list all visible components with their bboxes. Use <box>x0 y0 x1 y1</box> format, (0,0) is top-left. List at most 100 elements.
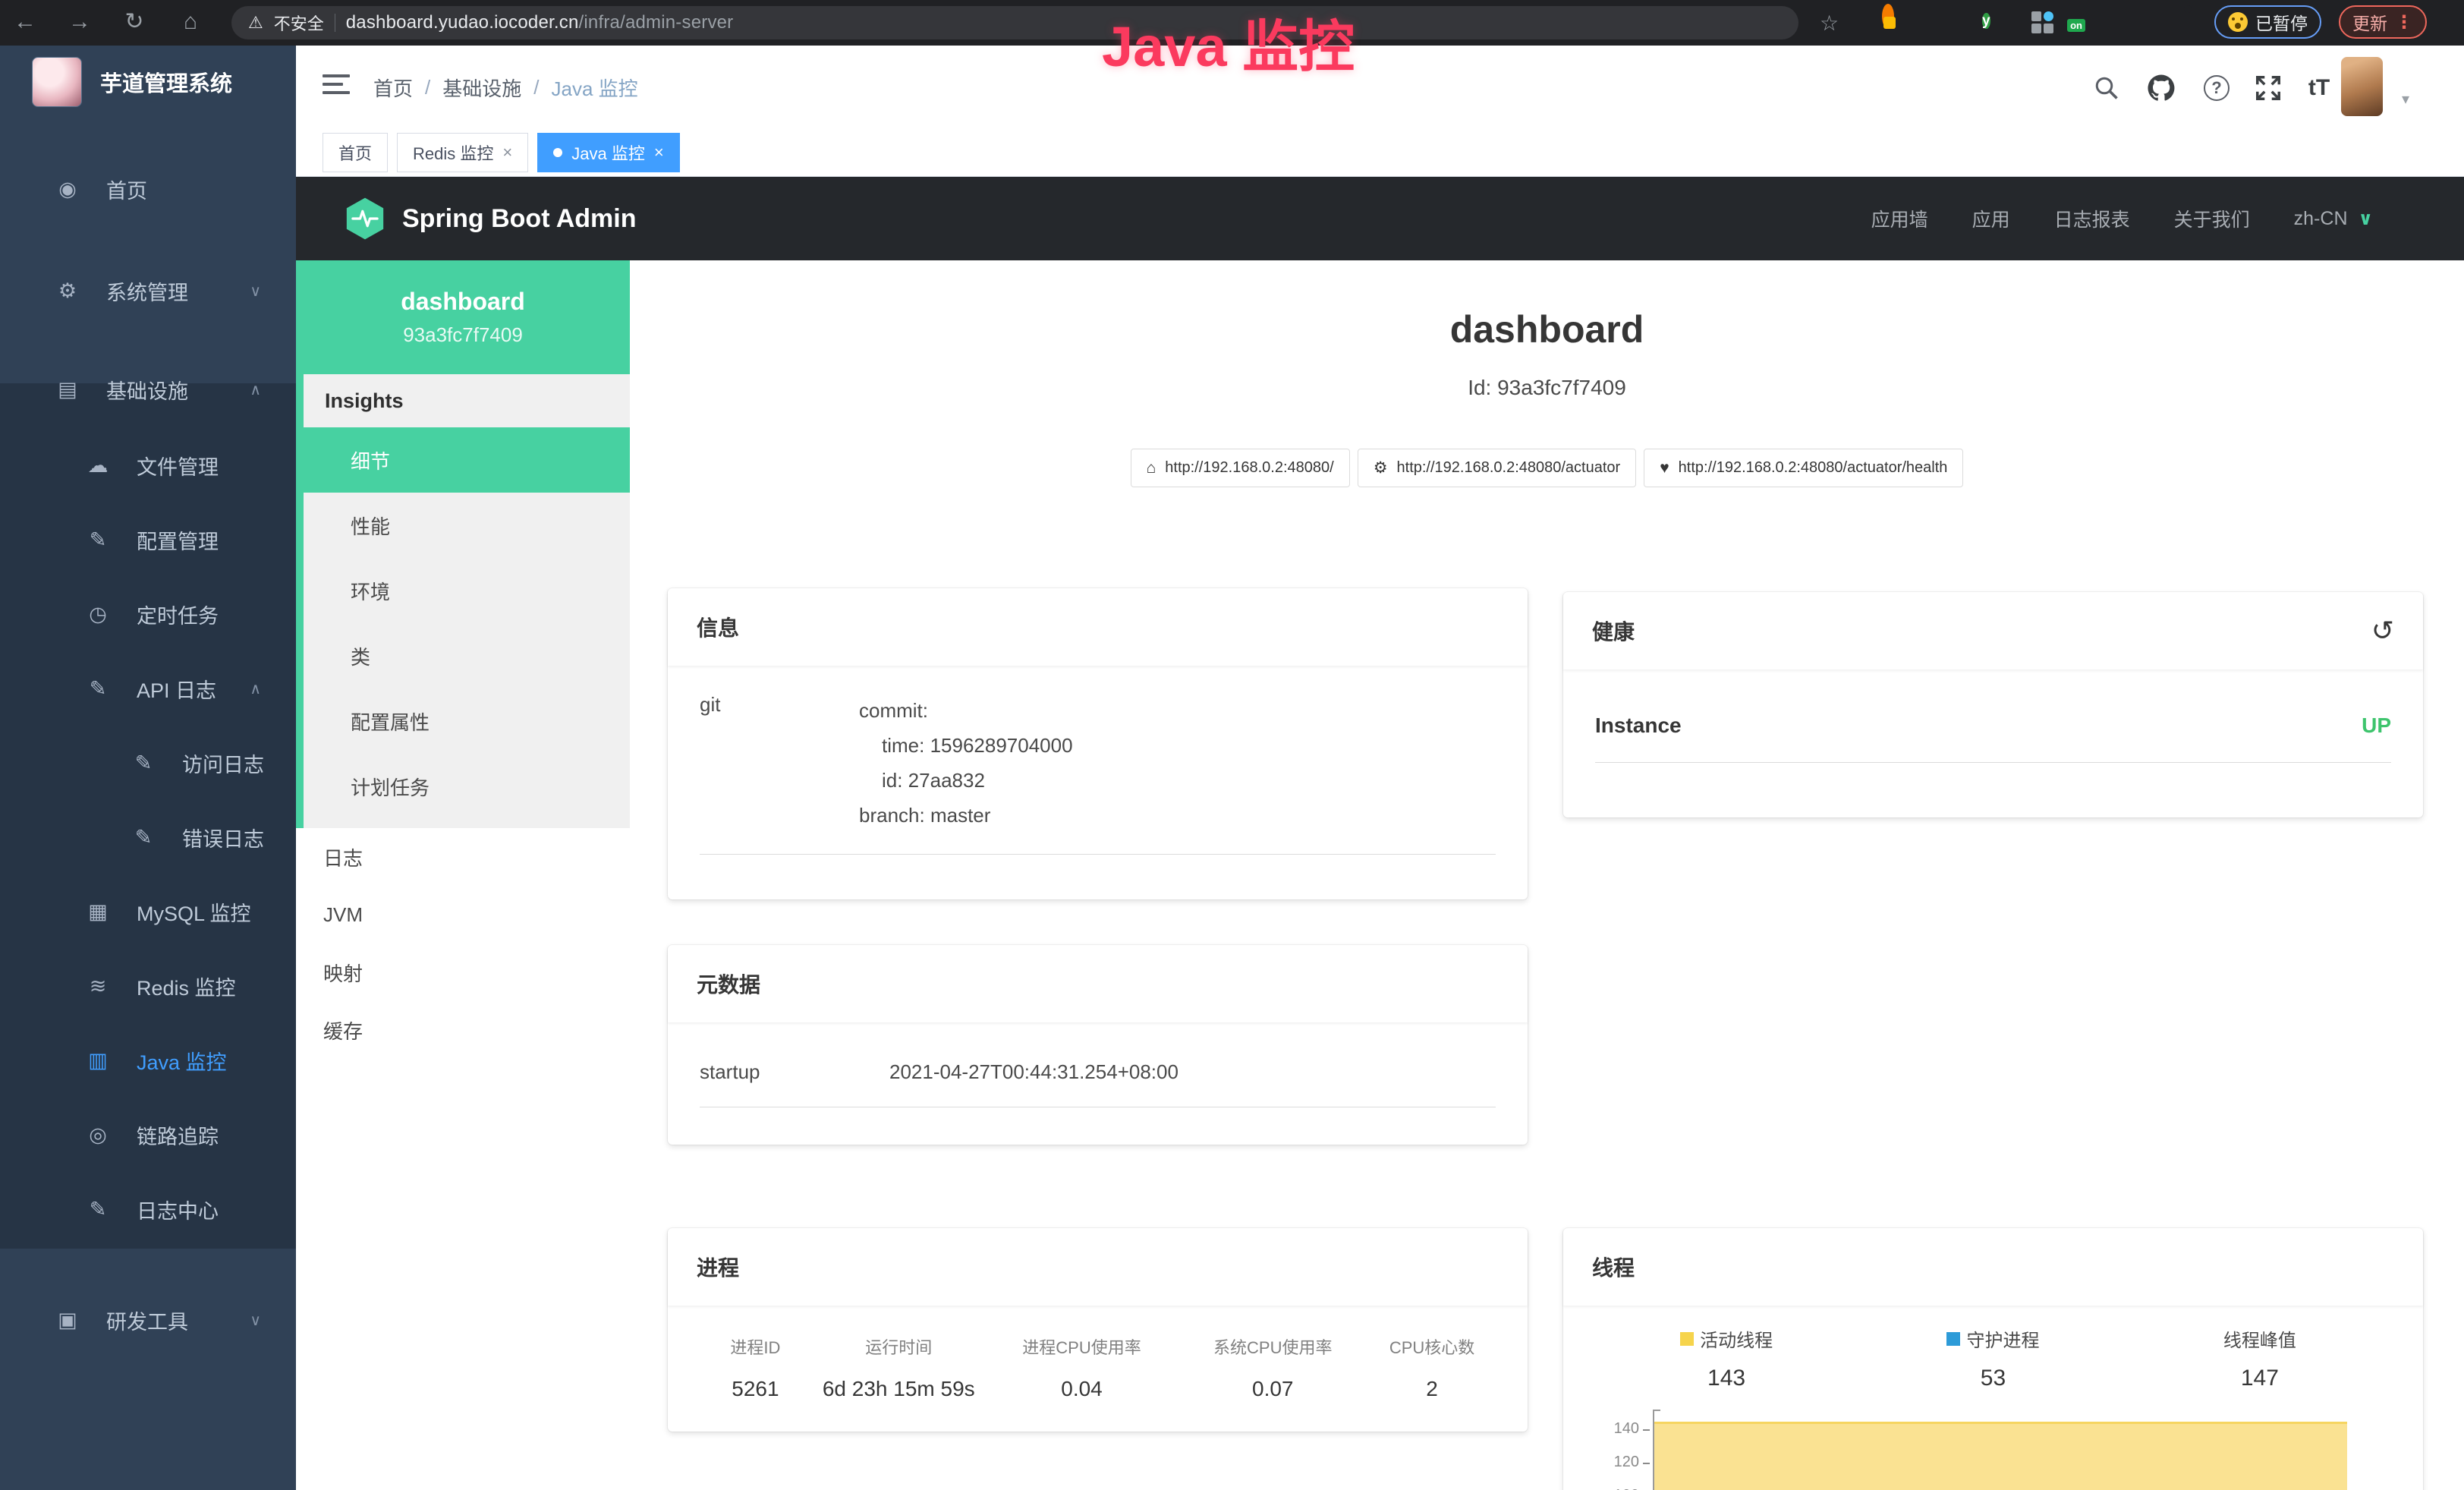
sba-item-jvm[interactable]: JVM <box>296 886 630 943</box>
fullscreen-icon[interactable] <box>2248 68 2288 108</box>
home-icon: ⌂ <box>1147 459 1156 477</box>
chevron-up-icon: ∧ <box>250 380 261 399</box>
history-icon[interactable]: ↺ <box>2371 617 2394 644</box>
tab-home[interactable]: 首页 <box>323 133 388 172</box>
bookmark-star-icon[interactable]: ☆ <box>1820 11 1839 36</box>
extension-puzzle-icon[interactable] <box>2175 10 2201 36</box>
sidebar-item-scheduled-tasks[interactable]: ◷定时任务 <box>0 583 296 645</box>
sba-main-content: dashboard Id: 93a3fc7f7409 ⌂ http://192.… <box>630 260 2464 1490</box>
locale-selector[interactable]: zh-CN ∨ <box>2294 208 2373 230</box>
sba-item-scheduled[interactable]: 计划任务 <box>304 754 630 819</box>
browser-menu-kebab-icon[interactable]: ⋮ <box>2395 11 2413 33</box>
sidebar-item-config-management[interactable]: ✎配置管理 <box>0 509 296 571</box>
sidebar-item-mysql-monitor[interactable]: ▦MySQL 监控 <box>0 880 296 943</box>
legend-daemon-threads[interactable]: 守护进程 53 <box>1858 1325 2129 1391</box>
sidebar-item-file-management[interactable]: ☁文件管理 <box>0 434 296 496</box>
extension-y-icon[interactable]: y <box>1981 10 2006 36</box>
extension-list-on-icon[interactable]: on <box>2078 10 2104 36</box>
breadcrumb-home[interactable]: 首页 <box>373 74 413 102</box>
sidebar-item-infrastructure[interactable]: ▤基础设施 ∧ <box>0 358 296 421</box>
sba-instance-name: dashboard <box>401 288 525 316</box>
chevron-down-icon: ∨ <box>2359 208 2374 230</box>
avatar-caret-icon[interactable]: ▾ <box>2402 90 2409 109</box>
sba-item-details[interactable]: 细节 <box>304 427 630 493</box>
service-url-chip[interactable]: ⌂ http://192.168.0.2:48080/ <box>1131 449 1350 487</box>
threads-legend: 活动线程 143 守护进程 53 线程峰值 147 <box>1595 1325 2391 1391</box>
close-icon[interactable]: × <box>502 143 512 162</box>
extension-grid-icon[interactable] <box>2030 10 2056 36</box>
health-url-chip[interactable]: ♥ http://192.168.0.2:48080/actuator/heal… <box>1644 449 1963 487</box>
threads-card-header: 线程 <box>1563 1228 2423 1306</box>
tab-redis-monitor[interactable]: Redis 监控× <box>397 133 528 172</box>
github-icon[interactable] <box>2141 68 2181 108</box>
metadata-key: startup <box>700 1060 889 1084</box>
health-instance-row[interactable]: Instance UP <box>1595 713 2391 763</box>
spring-boot-admin-logo-icon <box>343 197 387 241</box>
sidebar-item-home[interactable]: ◉首页 <box>0 158 296 220</box>
sidebar-item-log-center[interactable]: ✎日志中心 <box>0 1178 296 1240</box>
tab-java-monitor[interactable]: Java 监控× <box>537 133 679 172</box>
update-button[interactable]: 更新 ⋮ <box>2339 5 2427 39</box>
metadata-card: 元数据 startup 2021-04-27T00:44:31.254+08:0… <box>668 945 1528 1145</box>
active-tab-dot <box>553 148 562 157</box>
sidebar-item-dev-tools[interactable]: ▣研发工具 ∨ <box>0 1289 296 1351</box>
close-icon[interactable]: × <box>654 143 664 162</box>
info-card: 信息 git commit: time: 1596289704000 id: 2… <box>668 588 1528 899</box>
address-bar[interactable]: ⚠ 不安全 dashboard.yudao.iocoder.cn/infra/a… <box>231 6 1798 39</box>
sba-link-wallboard[interactable]: 应用墙 <box>1871 205 1928 232</box>
info-card-header: 信息 <box>668 588 1528 666</box>
app-logo-row[interactable]: 芋道管理系统 <box>0 57 296 107</box>
breadcrumb-separator: / <box>533 76 539 99</box>
paused-badge[interactable]: 已暂停 <box>2214 5 2321 39</box>
sidebar-item-api-logs[interactable]: ✎API 日志 ∧ <box>0 657 296 720</box>
sidebar-item-tracing[interactable]: ◎链路追踪 <box>0 1104 296 1166</box>
sidebar-toggle-icon[interactable] <box>323 74 350 100</box>
text-size-icon[interactable]: tT <box>2299 68 2339 108</box>
threads-chart: 140 120 100 <box>1595 1410 2391 1490</box>
y-tick-100: 100 <box>1595 1487 1639 1490</box>
sidebar-item-redis-monitor[interactable]: ≋Redis 监控 <box>0 955 296 1017</box>
extension-leaf-icon[interactable] <box>2129 10 2155 36</box>
sba-item-classes[interactable]: 类 <box>304 623 630 688</box>
metadata-card-header: 元数据 <box>668 945 1528 1022</box>
sba-link-journal[interactable]: 日志报表 <box>2054 205 2130 232</box>
sba-item-environment[interactable]: 环境 <box>304 558 630 623</box>
cloud-upload-icon: ☁ <box>85 454 111 477</box>
sidebar-item-error-logs[interactable]: ✎错误日志 <box>0 806 296 868</box>
sba-instance-id: 93a3fc7f7409 <box>403 323 523 347</box>
search-icon[interactable] <box>2087 68 2126 108</box>
instance-id-line: Id: 93a3fc7f7409 <box>630 376 2464 400</box>
sidebar-item-access-logs[interactable]: ✎访问日志 <box>0 732 296 794</box>
extension-pin-icon[interactable] <box>1931 10 1957 36</box>
browser-home-icon[interactable]: ⌂ <box>172 0 209 46</box>
help-icon[interactable]: ? <box>2197 68 2236 108</box>
wrench-icon: ⚙ <box>1374 458 1388 477</box>
browser-back-icon[interactable]: ← <box>6 0 44 46</box>
metadata-value: 2021-04-27T00:44:31.254+08:00 <box>889 1060 1179 1084</box>
url-text[interactable]: dashboard.yudao.iocoder.cn/infra/admin-s… <box>346 12 734 33</box>
not-secure-warning-icon[interactable]: ⚠ <box>248 13 263 33</box>
sba-item-caches[interactable]: 缓存 <box>296 1001 630 1059</box>
breadcrumb-infrastructure[interactable]: 基础设施 <box>442 74 521 102</box>
sba-item-metrics[interactable]: 性能 <box>304 493 630 558</box>
sba-instance-header[interactable]: dashboard 93a3fc7f7409 <box>296 260 630 374</box>
sba-group-label: Insights <box>304 374 630 427</box>
sba-item-config-props[interactable]: 配置属性 <box>304 688 630 754</box>
browser-reload-icon[interactable]: ↻ <box>115 0 153 46</box>
legend-live-threads[interactable]: 活动线程 143 <box>1595 1325 1858 1391</box>
sba-item-logfile[interactable]: 日志 <box>296 828 630 886</box>
sba-brand[interactable]: Spring Boot Admin <box>343 197 636 241</box>
sba-item-mappings[interactable]: 映射 <box>296 943 630 1001</box>
extension-donut-icon[interactable] <box>1880 10 1906 36</box>
sba-link-about[interactable]: 关于我们 <box>2174 205 2250 232</box>
sidebar-item-system-management[interactable]: ⚙系统管理 ∨ <box>0 260 296 322</box>
browser-forward-icon[interactable]: → <box>61 0 99 46</box>
process-col-cpu-cores: CPU核心数 2 <box>1368 1334 1496 1401</box>
avatar[interactable] <box>2341 57 2383 116</box>
sba-link-applications[interactable]: 应用 <box>1972 205 2010 232</box>
not-secure-label[interactable]: 不安全 <box>274 11 324 35</box>
app-title: 芋道管理系统 <box>100 66 232 98</box>
actuator-url-chip[interactable]: ⚙ http://192.168.0.2:48080/actuator <box>1358 449 1637 487</box>
sidebar-item-java-monitor[interactable]: ▥Java 监控 <box>0 1029 296 1092</box>
home-icon: ◉ <box>55 178 80 201</box>
